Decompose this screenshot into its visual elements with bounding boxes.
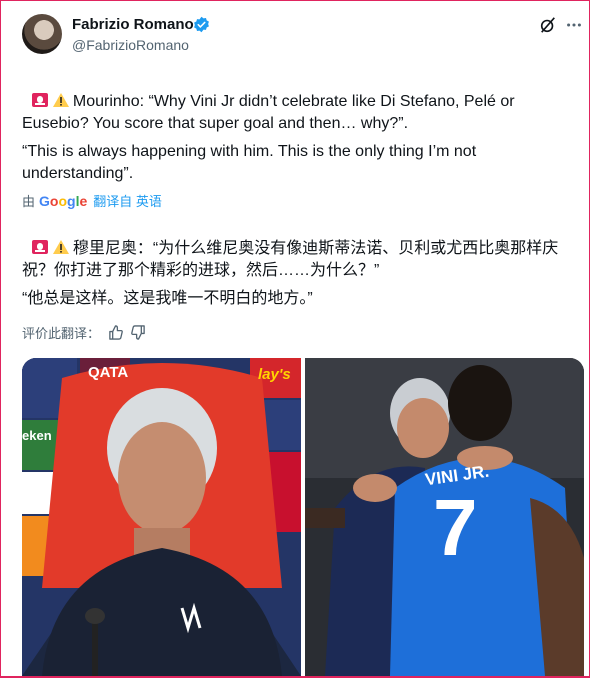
shirt-number: 7 [433, 483, 478, 572]
media-image-right[interactable]: VINI JR. 7 [305, 358, 584, 676]
english-paragraph-1: Mourinho: “Why Vini Jr didn’t celebrate … [22, 93, 520, 132]
tweet-text-chinese-1: 穆里尼奥：“为什么维尼奥没有像迪斯蒂法诺、贝利或尤西比奥那样庆祝？你打进了那个精… [22, 216, 578, 282]
author-name[interactable]: Fabrizio Romano [72, 16, 194, 33]
author-handle[interactable]: @FabrizioRomano [72, 37, 189, 53]
chinese-paragraph-1: 穆里尼奥：“为什么维尼奥没有像迪斯蒂法诺、贝利或尤西比奥那样庆祝？你打进了那个精… [22, 240, 559, 279]
media-image-left[interactable]: QATA lay's eken [22, 358, 301, 676]
thumbs-up-icon[interactable] [108, 325, 123, 340]
board-text-2: lay's [258, 366, 291, 383]
translate-source-link[interactable]: 翻译自 英语 [93, 191, 162, 210]
translated-by-label: 由 [22, 194, 36, 209]
translated-by-google: 由 Google 翻译自 英语 [22, 191, 162, 210]
thumbs-down-icon[interactable] [131, 325, 146, 340]
rate-translation: 评价此翻译： [22, 323, 146, 342]
grok-icon[interactable] [537, 14, 559, 36]
google-logo: Google [39, 192, 88, 209]
tweet-text-english-1: Mourinho: “Why Vini Jr didn’t celebrate … [22, 69, 578, 135]
mourinho-press-conference-image [22, 358, 301, 676]
avatar[interactable] [22, 14, 62, 54]
siren-icon [31, 93, 48, 107]
english-paragraph-2: “This is always happening with him. This… [22, 143, 481, 182]
siren-icon [31, 240, 48, 254]
warning-icon [52, 93, 69, 107]
warning-icon [52, 240, 69, 254]
chinese-paragraph-2: “他总是这样。这是我唯一不明白的地方。” [22, 290, 313, 307]
board-text-1: QATA [88, 364, 129, 381]
verified-badge-icon [194, 16, 209, 33]
board-text-3: eken [22, 428, 52, 443]
rate-translation-label: 评价此翻译： [22, 326, 101, 341]
more-icon[interactable] [563, 14, 585, 36]
